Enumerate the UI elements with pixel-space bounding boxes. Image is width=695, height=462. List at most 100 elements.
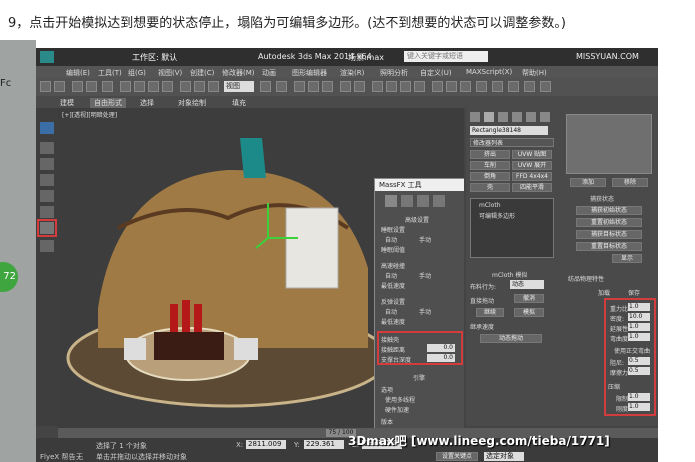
rect-select-icon[interactable] bbox=[148, 81, 159, 92]
play-simulation-icon[interactable] bbox=[524, 81, 535, 92]
hierarchy-tab-icon[interactable] bbox=[498, 112, 508, 122]
save-button[interactable]: 保存 bbox=[628, 288, 640, 297]
mirror-icon[interactable] bbox=[340, 81, 351, 92]
ribbon-tab-selection[interactable]: 选择 bbox=[140, 98, 154, 108]
material-editor-icon[interactable] bbox=[414, 81, 425, 92]
menu-animation[interactable]: 动画 bbox=[262, 68, 276, 78]
high-speed-manual-radio[interactable]: 手动 bbox=[419, 271, 431, 280]
link-icon[interactable] bbox=[72, 81, 83, 92]
reset-simulation-icon[interactable] bbox=[540, 81, 551, 92]
render-icon[interactable] bbox=[460, 81, 471, 92]
sphere-tool-icon[interactable] bbox=[40, 142, 54, 154]
menu-tools[interactable]: 工具(T) bbox=[98, 68, 122, 78]
perspective-viewport[interactable]: [+][透视][明暗处理] MassFX 工具 高级设置 睡眠设置 自动 手动 … bbox=[58, 108, 464, 428]
bevel-button[interactable]: 倒角 bbox=[470, 172, 510, 181]
ribbon-tab-freeform[interactable]: 自由形式 bbox=[90, 98, 126, 108]
menu-maxscript[interactable]: MAXScript(X) bbox=[466, 68, 512, 76]
x-coordinate-input[interactable]: 2811.009 bbox=[246, 440, 286, 449]
render-setup-icon[interactable] bbox=[432, 81, 443, 92]
continue-button[interactable]: 继续 bbox=[476, 308, 504, 317]
menu-customize[interactable]: 自定义(U) bbox=[420, 68, 452, 78]
modifier-list-dropdown[interactable]: 修改器列表 bbox=[470, 138, 554, 147]
ribbon-tab-modeling[interactable]: 建模 bbox=[60, 98, 74, 108]
curve-editor-icon[interactable] bbox=[386, 81, 397, 92]
redo-icon[interactable] bbox=[54, 81, 65, 92]
high-speed-auto-radio[interactable]: 自动 bbox=[385, 271, 397, 280]
uvw-map-button[interactable]: UVW 贴图 bbox=[512, 150, 552, 159]
hardware-accel-checkbox[interactable]: 硬件加速 bbox=[385, 405, 409, 414]
shell-button[interactable]: 壳 bbox=[470, 183, 510, 192]
ribbon-tab-populate[interactable]: 填充 bbox=[232, 98, 246, 108]
pivot-icon[interactable] bbox=[260, 81, 271, 92]
ffd-button[interactable]: FFD 4x4x4 bbox=[512, 172, 552, 181]
keep-velocity-checkbox[interactable]: 继承速度 bbox=[470, 322, 494, 331]
menu-edit[interactable]: 编辑(E) bbox=[66, 68, 90, 78]
massfx-icon[interactable] bbox=[476, 81, 487, 92]
set-key-button[interactable]: 设置关键点 bbox=[436, 452, 478, 461]
load-button[interactable]: 加载 bbox=[598, 288, 610, 297]
3dsmax-logo-icon[interactable] bbox=[40, 51, 54, 63]
undo-icon[interactable] bbox=[40, 81, 51, 92]
sleep-manual-radio[interactable]: 手动 bbox=[419, 235, 431, 244]
sleep-auto-radio[interactable]: 自动 bbox=[385, 235, 397, 244]
window-crossing-icon[interactable] bbox=[162, 81, 173, 92]
capture-target-button[interactable]: 捕获目标状态 bbox=[576, 230, 642, 239]
smooth-button[interactable]: 四能平滑 bbox=[512, 183, 552, 192]
bind-icon[interactable] bbox=[102, 81, 113, 92]
utilities-tab-icon[interactable] bbox=[540, 112, 550, 122]
menu-graph-editors[interactable]: 图形编辑器 bbox=[292, 68, 327, 78]
menu-create[interactable]: 创建(C) bbox=[190, 68, 214, 78]
modify-tab-icon[interactable] bbox=[484, 112, 494, 122]
layer-icon[interactable] bbox=[372, 81, 383, 92]
stack-item-editable-poly[interactable]: 可编辑多边形 bbox=[479, 211, 515, 220]
motion-tab-icon[interactable] bbox=[512, 112, 522, 122]
menu-lighting[interactable]: 照明分析 bbox=[380, 68, 408, 78]
angle-snap-icon[interactable] bbox=[308, 81, 319, 92]
menu-modifiers[interactable]: 修改器(M) bbox=[222, 68, 255, 78]
key-filter-dropdown[interactable]: 选定对象 bbox=[484, 452, 524, 461]
massfx-cloth-icon[interactable] bbox=[508, 81, 519, 92]
unlink-icon[interactable] bbox=[86, 81, 97, 92]
ribbon-tab-object-paint[interactable]: 对象绘制 bbox=[178, 98, 206, 108]
add-button[interactable]: 添加 bbox=[570, 178, 606, 187]
search-input[interactable]: 键入关键字或短语 bbox=[404, 51, 488, 62]
menu-views[interactable]: 视图(V) bbox=[158, 68, 182, 78]
percent-snap-icon[interactable] bbox=[322, 81, 333, 92]
undo-drag-button[interactable]: 撤消 bbox=[514, 294, 544, 303]
display-tab-icon[interactable] bbox=[433, 195, 445, 207]
paint-tool-icon[interactable] bbox=[40, 174, 54, 186]
select-tool-icon[interactable] bbox=[40, 122, 54, 134]
lathe-button[interactable]: 车削 bbox=[470, 161, 510, 170]
select-manipulate-icon[interactable] bbox=[276, 81, 287, 92]
object-name-input[interactable]: Rectangle38148 bbox=[470, 126, 548, 135]
use-multithread-checkbox[interactable]: 使用多线程 bbox=[385, 395, 415, 404]
uvw-unwrap-button[interactable]: UVW 展开 bbox=[512, 161, 552, 170]
menu-help[interactable]: 帮助(H) bbox=[522, 68, 547, 78]
edit-tab-icon[interactable] bbox=[417, 195, 429, 207]
workspace-dropdown[interactable]: 工作区: 默认 bbox=[132, 52, 177, 63]
scale-icon[interactable] bbox=[208, 81, 219, 92]
view-dropdown[interactable]: 视图 bbox=[224, 81, 254, 92]
figure-tool-icon[interactable] bbox=[40, 158, 54, 170]
show-button[interactable]: 显示 bbox=[612, 254, 642, 263]
display-tab-icon[interactable] bbox=[526, 112, 536, 122]
dynamic-drag-button[interactable]: 动态拖动 bbox=[480, 334, 542, 343]
align-icon[interactable] bbox=[354, 81, 365, 92]
extra-tool-icon[interactable] bbox=[40, 240, 54, 252]
simulate-button[interactable]: 模拟 bbox=[514, 308, 544, 317]
menu-group[interactable]: 组(G) bbox=[128, 68, 146, 78]
create-tab-icon[interactable] bbox=[470, 112, 480, 122]
select-by-name-icon[interactable] bbox=[134, 81, 145, 92]
render-frame-icon[interactable] bbox=[446, 81, 457, 92]
stack-item-mcloth[interactable]: mCloth bbox=[479, 202, 501, 209]
massfx-rigid-icon[interactable] bbox=[492, 81, 503, 92]
y-coordinate-input[interactable]: 229.361 bbox=[304, 440, 344, 449]
sim-step-tool-icon[interactable] bbox=[40, 206, 54, 218]
extrude-button[interactable]: 挤出 bbox=[470, 150, 510, 159]
reset-target-button[interactable]: 重置目标状态 bbox=[576, 242, 642, 251]
bounce-auto-radio[interactable]: 自动 bbox=[385, 307, 397, 316]
move-icon[interactable] bbox=[180, 81, 191, 92]
world-params-tab-icon[interactable] bbox=[385, 195, 397, 207]
sim-tool-icon[interactable] bbox=[40, 190, 54, 202]
snap-icon[interactable] bbox=[294, 81, 305, 92]
